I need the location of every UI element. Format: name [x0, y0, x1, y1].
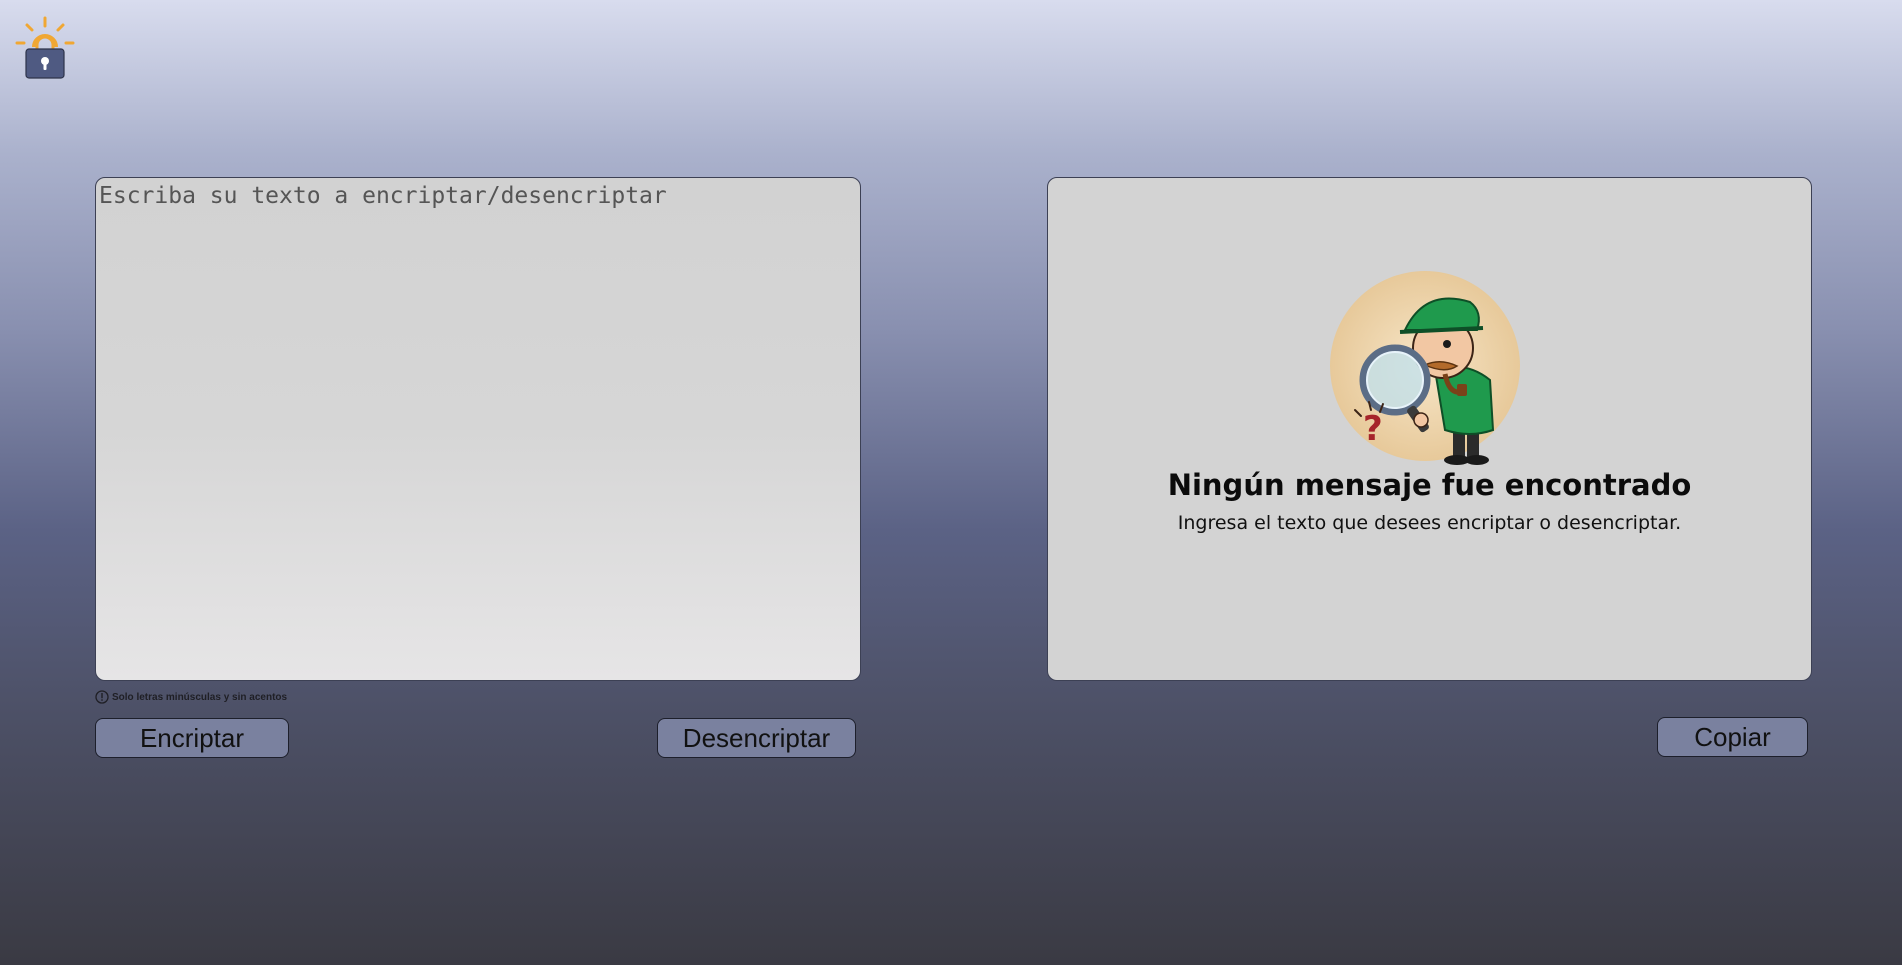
encrypt-button[interactable]: Encriptar	[95, 718, 289, 758]
input-hint: Solo letras minúsculas y sin acentos	[95, 690, 287, 704]
sun-lock-icon	[15, 16, 75, 79]
output-title: Ningún mensaje fue encontrado	[1167, 468, 1692, 502]
decrypt-button[interactable]: Desencriptar	[657, 718, 856, 758]
text-input-panel	[95, 177, 861, 681]
hint-text: Solo letras minúsculas y sin acentos	[112, 691, 288, 703]
svg-text:?: ?	[1363, 409, 1383, 449]
output-subtitle: Ingresa el texto que desees encriptar o …	[1177, 512, 1682, 534]
output-panel: ? Ningún mensaje fue encontrado Ingresa …	[1047, 177, 1812, 681]
info-icon	[95, 690, 109, 704]
text-input[interactable]	[96, 178, 860, 680]
detective-magnifier-icon: ?	[1330, 271, 1520, 465]
copy-button[interactable]: Copiar	[1657, 717, 1808, 757]
